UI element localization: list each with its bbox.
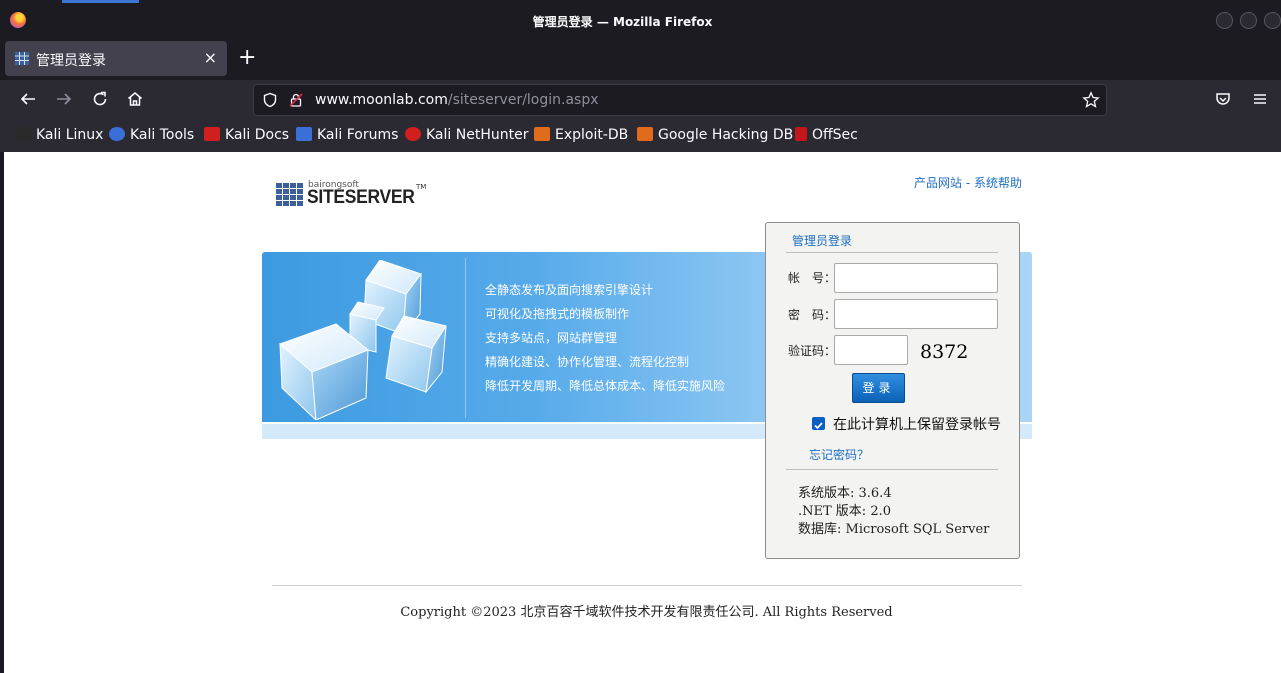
app-menu-icon[interactable] bbox=[1250, 90, 1270, 110]
bookmark-google-hacking-db[interactable]: Google Hacking DB bbox=[637, 127, 793, 145]
tab-bar: 管理员登录 × + bbox=[0, 40, 1281, 80]
new-tab-button[interactable]: + bbox=[238, 45, 256, 70]
kali-nethunter-icon bbox=[405, 127, 421, 141]
feature-item: 精确化建设、协作化管理、流程化控制 bbox=[485, 355, 690, 369]
logo-big-text: SITESERVER bbox=[307, 187, 415, 208]
url-text[interactable]: www.moonlab.com/siteserver/login.aspx bbox=[315, 92, 599, 108]
login-title-divider bbox=[786, 252, 998, 253]
cubes-illustration-icon bbox=[279, 260, 447, 420]
bookmark-kali-docs[interactable]: Kali Docs bbox=[204, 127, 289, 145]
url-path: /siteserver/login.aspx bbox=[447, 92, 599, 108]
captcha-label: 验证码： bbox=[788, 344, 837, 358]
footer-divider bbox=[272, 585, 1022, 586]
url-host: www.moonlab.com bbox=[315, 92, 448, 108]
web-page: bairongsoft SITESERVER TM 产品网站 - 系统帮助 全静… bbox=[4, 152, 1281, 673]
kali-docs-icon bbox=[204, 127, 220, 141]
offsec-icon bbox=[795, 127, 807, 141]
info-divider bbox=[786, 469, 998, 470]
navigation-toolbar: www.moonlab.com/siteserver/login.aspx bbox=[0, 80, 1281, 121]
kali-forums-icon bbox=[296, 127, 312, 141]
database-info: 数据库: Microsoft SQL Server bbox=[798, 522, 990, 537]
tracking-protection-shield-icon[interactable] bbox=[262, 92, 278, 108]
remember-checkbox[interactable] bbox=[812, 417, 825, 430]
account-input[interactable] bbox=[834, 263, 998, 293]
site-favicon-icon bbox=[15, 52, 29, 65]
feature-list: 全静态发布及面向搜索引擎设计 可视化及拖拽式的模板制作 支持多站点，网站群管理 … bbox=[485, 282, 725, 402]
window-titlebar: 管理员登录 — Mozilla Firefox bbox=[0, 0, 1281, 40]
window-title: 管理员登录 — Mozilla Firefox bbox=[532, 15, 713, 29]
logo-tm: TM bbox=[416, 183, 427, 191]
home-icon[interactable] bbox=[125, 90, 145, 110]
login-title: 管理员登录 bbox=[792, 234, 853, 248]
bookmark-exploit-db[interactable]: Exploit-DB bbox=[534, 127, 628, 145]
account-label: 帐 号： bbox=[788, 271, 837, 285]
kali-tools-icon bbox=[109, 127, 125, 141]
tab-login[interactable]: 管理员登录 × bbox=[5, 41, 227, 76]
net-version: .NET 版本: 2.0 bbox=[798, 504, 891, 519]
copyright-footer: Copyright ©2023 北京百容千域软件技术开发有限责任公司. All … bbox=[400, 605, 893, 620]
top-links[interactable]: 产品网站 - 系统帮助 bbox=[914, 174, 1022, 191]
minimize-button[interactable] bbox=[1216, 12, 1233, 29]
active-window-indicator bbox=[62, 0, 139, 3]
bookmark-kali-tools[interactable]: Kali Tools bbox=[109, 127, 194, 145]
captcha-input[interactable] bbox=[834, 335, 908, 365]
pocket-icon[interactable] bbox=[1213, 90, 1233, 110]
close-window-button[interactable] bbox=[1264, 12, 1281, 29]
bookmark-kali-linux[interactable]: Kali Linux bbox=[15, 127, 103, 145]
back-icon[interactable] bbox=[18, 90, 38, 110]
feature-item: 降低开发周期、降低总体成本、降低实施风险 bbox=[485, 379, 726, 393]
feature-item: 全静态发布及面向搜索引擎设计 bbox=[485, 283, 654, 297]
bookmark-star-icon[interactable] bbox=[1082, 91, 1100, 108]
bookmark-kali-nethunter[interactable]: Kali NetHunter bbox=[405, 127, 528, 145]
exploit-db-icon bbox=[534, 127, 550, 141]
tab-close-icon[interactable]: × bbox=[204, 48, 217, 67]
bookmark-kali-forums[interactable]: Kali Forums bbox=[296, 127, 398, 145]
bookmarks-toolbar: Kali Linux Kali Tools Kali Docs Kali For… bbox=[0, 121, 1281, 152]
bookmark-offsec[interactable]: OffSec bbox=[795, 127, 858, 145]
login-panel: 管理员登录 帐 号： 密 码： 验证码： 8372 登录 在此计算机上保留登录帐… bbox=[765, 222, 1020, 559]
kali-dragon-icon bbox=[15, 127, 31, 141]
checkmark-icon bbox=[814, 422, 823, 430]
url-bar[interactable]: www.moonlab.com/siteserver/login.aspx bbox=[253, 84, 1107, 116]
reload-icon[interactable] bbox=[90, 90, 110, 110]
feature-item: 支持多站点，网站群管理 bbox=[485, 331, 618, 345]
feature-item: 可视化及拖拽式的模板制作 bbox=[485, 307, 630, 321]
login-button[interactable]: 登录 bbox=[852, 373, 905, 403]
forgot-password-link[interactable]: 忘记密码？ bbox=[809, 446, 869, 463]
insecure-lock-icon[interactable] bbox=[288, 92, 304, 108]
google-hacking-db-icon bbox=[637, 127, 653, 141]
maximize-button[interactable] bbox=[1240, 12, 1257, 29]
password-label: 密 码： bbox=[788, 308, 837, 322]
system-version: 系统版本: 3.6.4 bbox=[798, 486, 892, 501]
tab-title: 管理员登录 bbox=[36, 53, 106, 69]
remember-label[interactable]: 在此计算机上保留登录帐号 bbox=[833, 414, 1001, 434]
captcha-image[interactable]: 8372 bbox=[920, 341, 968, 363]
logo-grid-icon bbox=[275, 183, 303, 207]
banner-divider bbox=[465, 258, 466, 418]
forward-icon[interactable] bbox=[54, 90, 74, 110]
siteserver-logo: bairongsoft SITESERVER TM bbox=[275, 177, 435, 213]
password-input[interactable] bbox=[834, 299, 998, 329]
